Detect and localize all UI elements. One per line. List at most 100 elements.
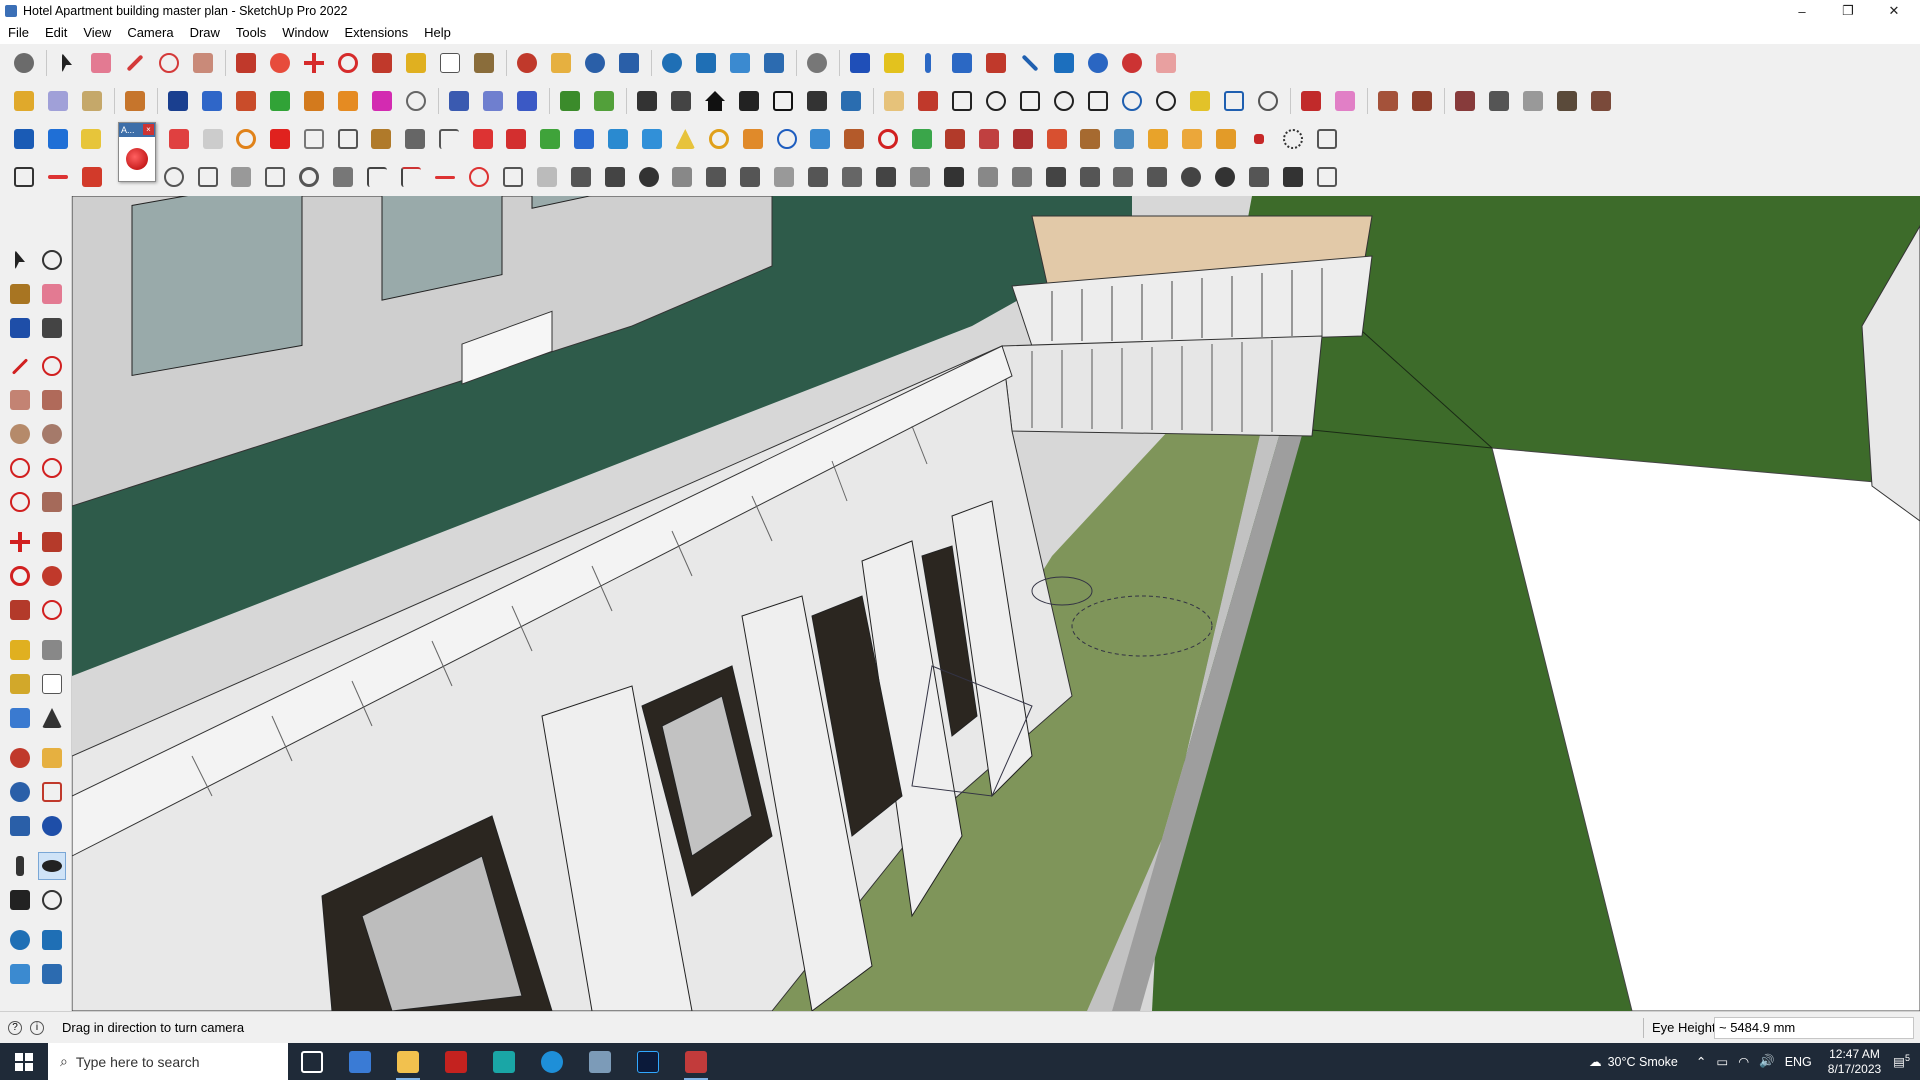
shape-tool-5-icon[interactable] xyxy=(1585,85,1617,117)
orange-hook-icon[interactable] xyxy=(703,123,735,155)
orange-grid-2-icon[interactable] xyxy=(1176,123,1208,155)
section-fill-icon[interactable] xyxy=(511,85,543,117)
zigzag-icon[interactable] xyxy=(870,161,902,193)
red-car-icon[interactable] xyxy=(76,161,108,193)
menu-window[interactable]: Window xyxy=(274,22,336,44)
ring-icon[interactable] xyxy=(293,161,325,193)
circle-outline-icon[interactable] xyxy=(980,85,1012,117)
yellow-plane-icon[interactable] xyxy=(76,123,108,155)
line-tool-icon[interactable] xyxy=(6,352,34,380)
xray-cube-icon[interactable] xyxy=(42,85,74,117)
solid-tools-icon[interactable] xyxy=(119,85,151,117)
blue-plane-icon[interactable] xyxy=(42,123,74,155)
axes-tool-icon[interactable] xyxy=(6,704,34,732)
green-sandbox-icon[interactable] xyxy=(554,85,586,117)
hourglass-icon[interactable] xyxy=(1048,47,1080,79)
loop-icon[interactable] xyxy=(192,161,224,193)
weather-icon[interactable]: ☁ xyxy=(1589,1054,1602,1069)
text-label-icon[interactable] xyxy=(38,670,66,698)
fork-icon[interactable] xyxy=(802,161,834,193)
menu-draw[interactable]: Draw xyxy=(182,22,228,44)
calculator-app-icon[interactable] xyxy=(336,1043,384,1080)
green-v-icon[interactable] xyxy=(264,85,296,117)
account-icon[interactable] xyxy=(801,47,833,79)
lasso-icon[interactable] xyxy=(1184,85,1216,117)
pipe-icon[interactable] xyxy=(226,161,258,193)
two-point-arc-icon[interactable] xyxy=(38,454,66,482)
circle-tool-icon[interactable] xyxy=(6,420,34,448)
spline-icon[interactable] xyxy=(1150,85,1182,117)
info-icon[interactable]: i xyxy=(30,1020,44,1035)
rectangle-tool-icon[interactable] xyxy=(6,386,34,414)
arc-red-icon[interactable] xyxy=(463,161,495,193)
orange-grid-icon[interactable] xyxy=(1142,123,1174,155)
orange-grid-3-icon[interactable] xyxy=(1210,123,1242,155)
paint-icon[interactable] xyxy=(6,280,34,308)
rotated-rectangle-icon[interactable] xyxy=(38,386,66,414)
gear-shape-icon[interactable] xyxy=(158,161,190,193)
draw-path-icon[interactable] xyxy=(8,161,40,193)
red-cross-icon[interactable] xyxy=(501,123,533,155)
tape-measure-icon[interactable] xyxy=(400,47,432,79)
function-icon[interactable] xyxy=(835,85,867,117)
taskbar-search[interactable]: ⌕ Type here to search xyxy=(48,1043,288,1080)
zoom-window-icon[interactable] xyxy=(613,47,645,79)
tool-f-icon[interactable] xyxy=(1108,123,1140,155)
menu-file[interactable]: File xyxy=(0,22,37,44)
zoom-icon[interactable] xyxy=(579,47,611,79)
tag-icon[interactable] xyxy=(6,314,34,342)
eraser-icon[interactable] xyxy=(85,47,117,79)
rectangle-icon[interactable] xyxy=(187,47,219,79)
ellipse-outline-icon[interactable] xyxy=(1048,85,1080,117)
warehouse-tool-icon[interactable] xyxy=(6,926,34,954)
cylinder-icon[interactable] xyxy=(838,123,870,155)
orange-n-icon[interactable] xyxy=(298,85,330,117)
scale-icon[interactable] xyxy=(366,47,398,79)
select-icon[interactable] xyxy=(6,246,34,274)
component-icon[interactable] xyxy=(38,246,66,274)
shape-tool-4-icon[interactable] xyxy=(1551,85,1583,117)
blue-solid-icon[interactable] xyxy=(162,85,194,117)
fan-icon[interactable] xyxy=(1209,161,1241,193)
bookmark-icon[interactable] xyxy=(1150,47,1182,79)
house-icon[interactable] xyxy=(699,85,731,117)
push-pull-tool-icon[interactable] xyxy=(38,528,66,556)
edge-browser-icon[interactable] xyxy=(528,1043,576,1080)
section-cut-icon[interactable] xyxy=(477,85,509,117)
menu-help[interactable]: Help xyxy=(416,22,459,44)
cone-icon[interactable] xyxy=(602,123,634,155)
rotate-icon[interactable] xyxy=(332,47,364,79)
menu-view[interactable]: View xyxy=(75,22,119,44)
menu-camera[interactable]: Camera xyxy=(119,22,181,44)
section-plane-icon[interactable] xyxy=(443,85,475,117)
arch-icon[interactable] xyxy=(1006,161,1038,193)
zoom-extents-icon[interactable] xyxy=(8,47,40,79)
pencil-red-icon[interactable] xyxy=(912,85,944,117)
push-pull-icon[interactable] xyxy=(230,47,262,79)
compass-icon[interactable] xyxy=(804,123,836,155)
shape-tool-1-icon[interactable] xyxy=(1449,85,1481,117)
house-outline-icon[interactable] xyxy=(767,85,799,117)
tool-c-icon[interactable] xyxy=(1007,123,1039,155)
line-red-icon[interactable] xyxy=(429,161,461,193)
leaf-icon[interactable] xyxy=(666,161,698,193)
pan-icon[interactable] xyxy=(545,47,577,79)
shape-tool-3-icon[interactable] xyxy=(1517,85,1549,117)
walk-icon[interactable] xyxy=(6,886,34,914)
select-tool-icon[interactable] xyxy=(51,47,83,79)
camera-icon[interactable] xyxy=(631,85,663,117)
warning-icon[interactable] xyxy=(669,123,701,155)
blue-face-icon[interactable] xyxy=(8,123,40,155)
extension-manager-icon[interactable] xyxy=(758,47,790,79)
dimension-tool-icon[interactable] xyxy=(38,636,66,664)
photoshop-icon[interactable] xyxy=(624,1043,672,1080)
layered-icon[interactable] xyxy=(836,161,868,193)
text-tool-icon[interactable] xyxy=(434,47,466,79)
zoom-window-tool-icon[interactable] xyxy=(38,778,66,806)
scissors-icon[interactable] xyxy=(737,123,769,155)
table-icon[interactable] xyxy=(298,123,330,155)
blue-arrow-solid-icon[interactable] xyxy=(196,85,228,117)
wifi-icon[interactable]: ◠ xyxy=(1738,1054,1749,1069)
curve-icon[interactable] xyxy=(400,85,432,117)
follow-me-icon[interactable] xyxy=(264,47,296,79)
